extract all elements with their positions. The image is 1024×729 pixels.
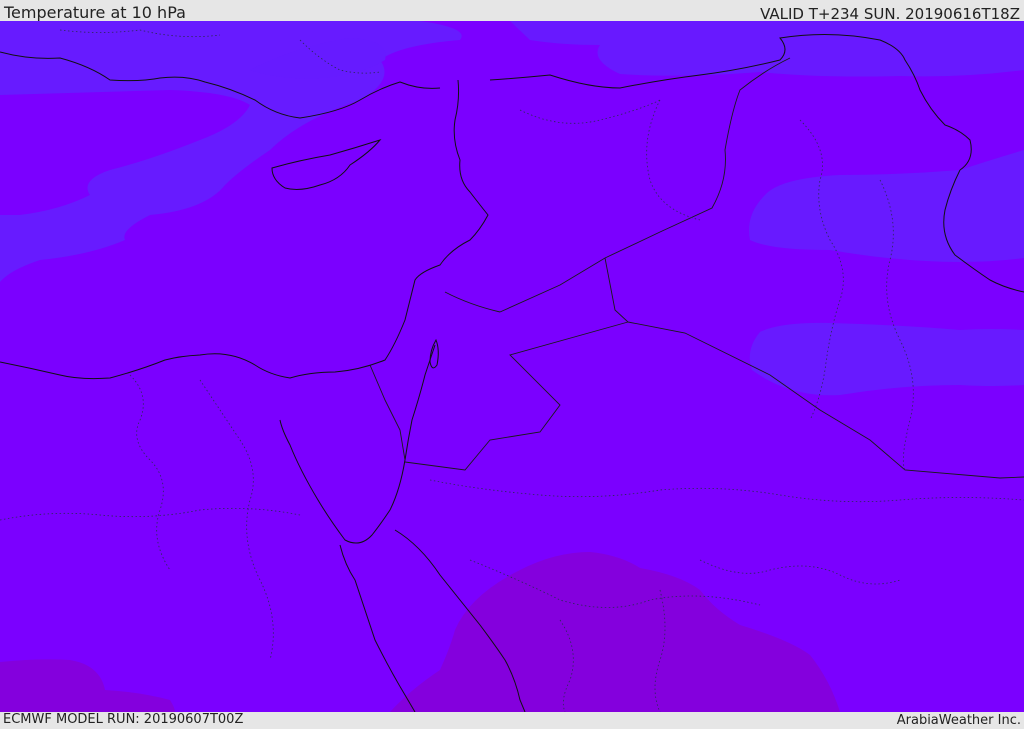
model-run-label: ECMWF MODEL RUN: 20190607T00Z [3,712,244,727]
temperature-map [0,21,1024,712]
map-frame: Temperature at 10 hPa VALID T+234 SUN. 2… [0,0,1024,729]
header: Temperature at 10 hPa VALID T+234 SUN. 2… [0,0,1024,23]
map-title: Temperature at 10 hPa [4,3,186,22]
footer: ECMWF MODEL RUN: 20190607T00Z ArabiaWeat… [0,712,1024,729]
map-canvas [0,21,1024,712]
cool-band-east-lower [749,322,1024,396]
credit-label: ArabiaWeather Inc. [896,713,1021,728]
